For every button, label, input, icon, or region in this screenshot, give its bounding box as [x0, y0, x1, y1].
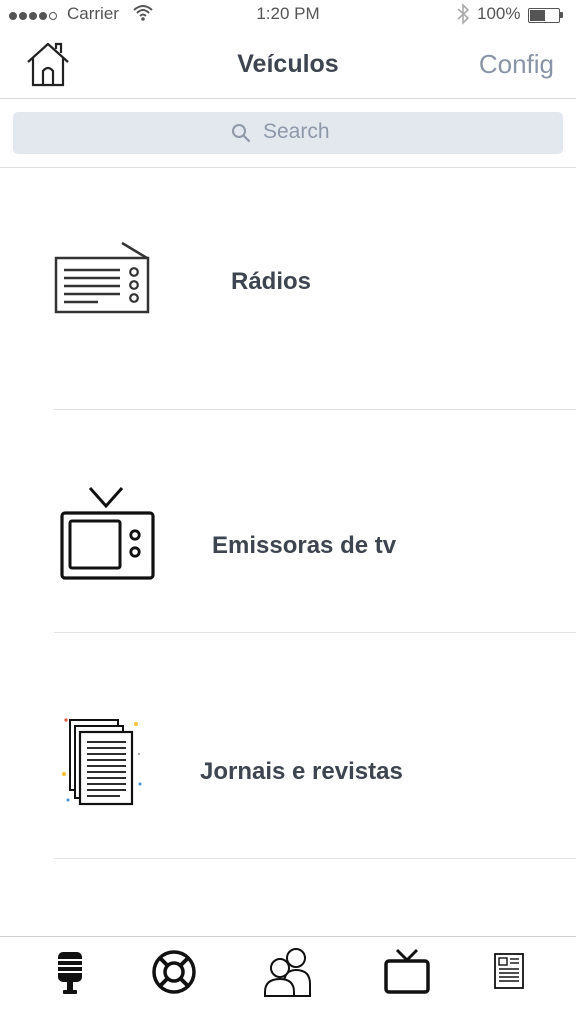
- newspaper-stack-icon: [62, 718, 142, 806]
- tv-icon: [60, 487, 155, 580]
- battery-percentage: 100%: [477, 4, 521, 23]
- radio-icon: [54, 241, 150, 314]
- bluetooth-icon: [457, 3, 470, 25]
- microphone-icon[interactable]: [52, 946, 92, 998]
- battery-icon: [528, 8, 560, 23]
- row-divider: [54, 858, 576, 859]
- status-bar: Carrier 1:20 PM 100%: [0, 0, 576, 30]
- lifebuoy-icon[interactable]: [150, 946, 200, 998]
- newspaper-icon[interactable]: [492, 946, 528, 998]
- people-icon[interactable]: [262, 946, 314, 998]
- list-item-label: Emissoras de tv: [212, 532, 397, 559]
- list-item-label: Rádios: [231, 268, 312, 295]
- search-input[interactable]: Search: [263, 120, 330, 144]
- tv-icon[interactable]: [382, 946, 434, 998]
- search-icon: [232, 124, 251, 143]
- nav-divider: [0, 98, 576, 99]
- tab-bar-divider: [0, 936, 576, 937]
- config-button[interactable]: Config: [479, 49, 554, 80]
- list-item-label: Jornais e revistas: [200, 758, 403, 785]
